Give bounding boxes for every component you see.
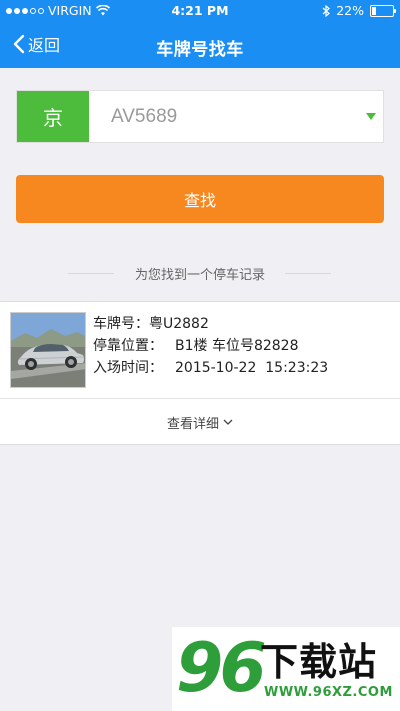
search-button[interactable]: 查找 <box>16 175 384 223</box>
watermark-text: 下载站 <box>260 640 378 684</box>
location-row: 停靠位置： B1楼 车位号82828 <box>93 335 328 357</box>
bluetooth-icon <box>322 4 331 17</box>
plate-input-row: 京 <box>16 90 384 143</box>
app-header: VIRGIN 4:21 PM 22% 返回 车牌号找车 <box>0 0 400 68</box>
entry-time-value: 2015-10-22 15:23:23 <box>175 360 329 376</box>
location-value: B1楼 车位号82828 <box>175 338 299 354</box>
view-details-label: 查看详细 <box>166 416 219 432</box>
battery-percent: 22% <box>336 3 364 18</box>
plate-row: 车牌号： 粤U2882 <box>93 313 328 335</box>
nav-bar: 返回 车牌号找车 <box>0 22 400 68</box>
site-watermark: 96 下载站 WWW.96XZ.COM <box>172 627 400 711</box>
location-label: 停靠位置： <box>93 338 163 354</box>
entry-time-label: 入场时间： <box>93 360 163 376</box>
divider-line <box>285 273 331 274</box>
view-details-button[interactable]: 查看详细 <box>0 399 400 445</box>
plate-dropdown-button[interactable] <box>358 91 383 142</box>
record-details: 车牌号： 粤U2882 停靠位置： B1楼 车位号82828 入场时间： 201… <box>93 313 328 379</box>
car-photo-graphic <box>11 313 85 387</box>
battery-level <box>372 6 376 15</box>
entry-time-row: 入场时间： 2015-10-22 15:23:23 <box>93 357 328 379</box>
status-right: 22% <box>322 3 396 18</box>
parking-record-card[interactable]: 车牌号： 粤U2882 停靠位置： B1楼 车位号82828 入场时间： 201… <box>0 301 400 445</box>
chevron-down-icon <box>223 419 233 425</box>
plate-value: 粤U2882 <box>149 316 209 332</box>
battery-icon <box>370 4 396 17</box>
province-selector[interactable]: 京 <box>17 91 89 142</box>
plate-number-input[interactable] <box>89 91 358 142</box>
result-summary: 为您找到一个停车记录 <box>134 268 265 283</box>
status-bar: VIRGIN 4:21 PM 22% <box>0 0 400 22</box>
car-photo <box>10 312 86 388</box>
watermark-number: 96 <box>176 629 267 708</box>
page-title: 车牌号找车 <box>156 40 244 60</box>
plate-label: 车牌号： <box>93 316 149 332</box>
triangle-down-icon <box>365 113 376 120</box>
watermark-url: WWW.96XZ.COM <box>264 685 393 700</box>
